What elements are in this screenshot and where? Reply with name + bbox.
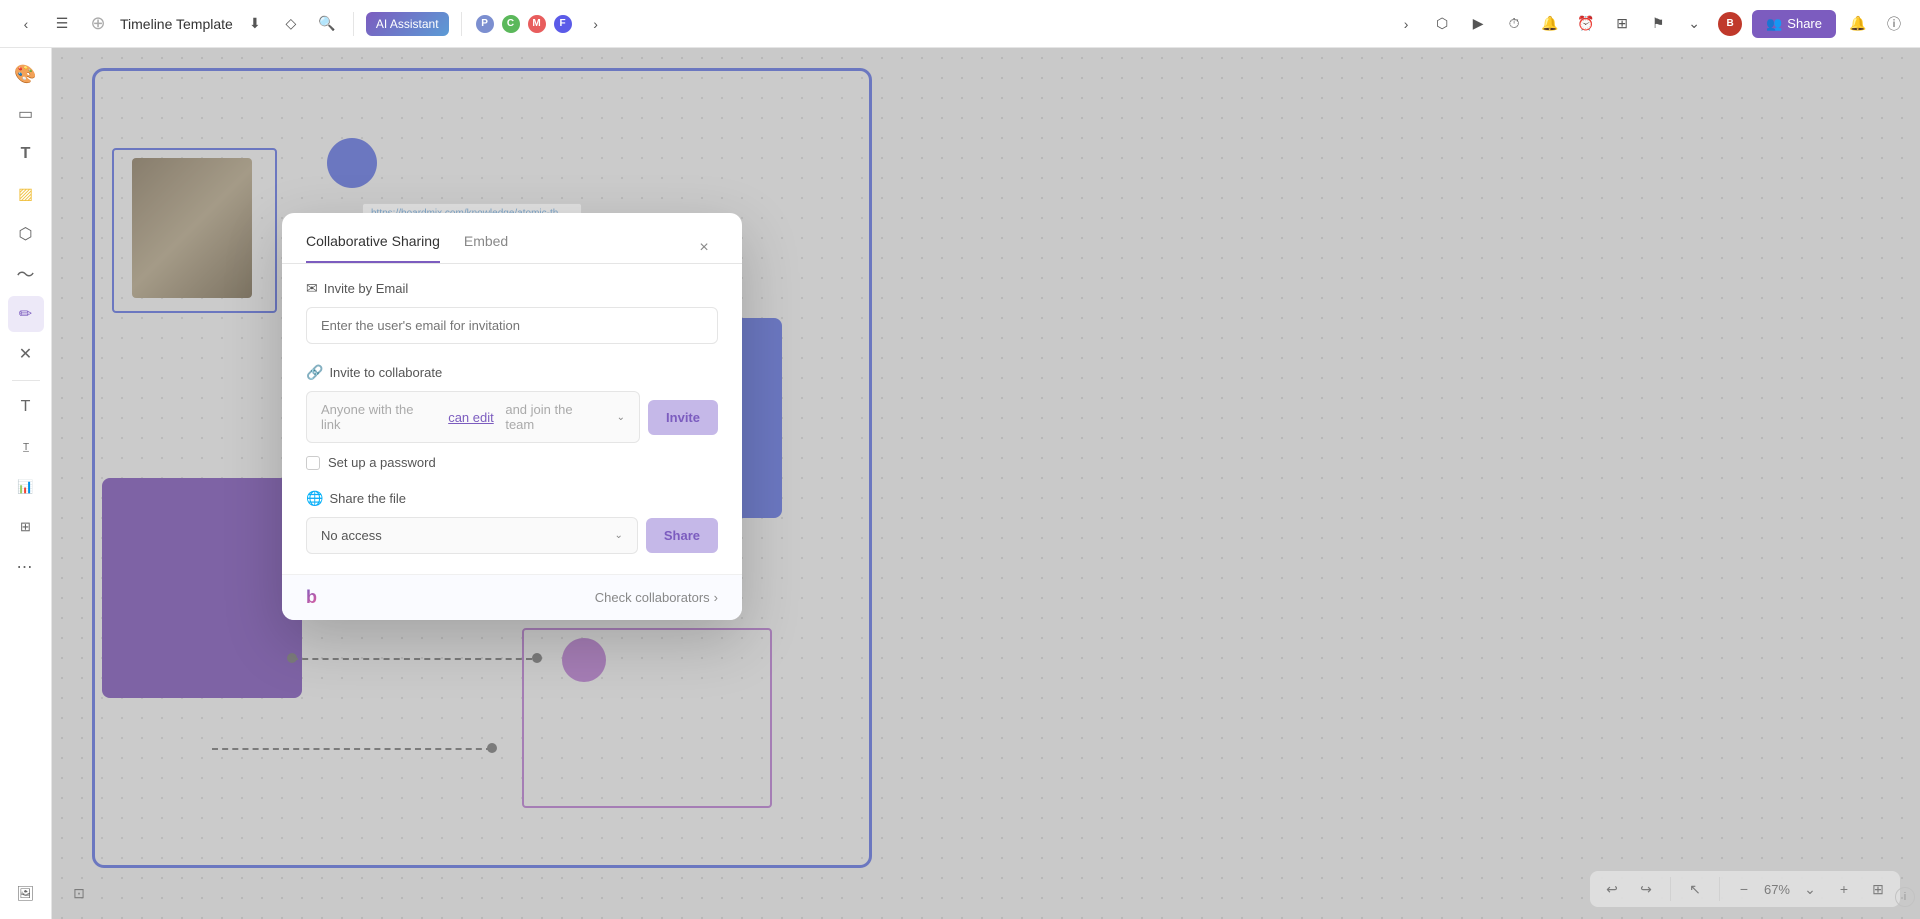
modal-header: Collaborative Sharing Embed × bbox=[282, 213, 742, 263]
link-permission-dropdown[interactable]: can edit bbox=[448, 410, 494, 425]
invite-by-email-label: ✉ Invite by Email bbox=[306, 280, 718, 297]
search-button[interactable]: 🔍 bbox=[313, 10, 341, 38]
notification-icon[interactable]: 🔔 bbox=[1536, 10, 1564, 38]
tab-embed[interactable]: Embed bbox=[464, 233, 508, 263]
password-row: Set up a password bbox=[306, 455, 718, 470]
sidebar-gallery[interactable]: 🖼 bbox=[8, 875, 44, 911]
separator-1 bbox=[353, 12, 354, 36]
left-sidebar: 🎨 ▭ T ▨ ⬡ 〜 ✏ ✕ T T̲ 📊 ⊞ ⋯ 🖼 bbox=[0, 48, 52, 919]
doc-icon-1[interactable]: P bbox=[474, 13, 496, 35]
link-suffix-text: and join the team bbox=[505, 402, 605, 432]
sidebar-text-tool[interactable]: T bbox=[8, 389, 44, 425]
sidebar-text[interactable]: T bbox=[8, 136, 44, 172]
share-button[interactable]: 👥 Share bbox=[1752, 10, 1836, 38]
modal-overlay: Collaborative Sharing Embed × ✉ Invite b… bbox=[52, 48, 1920, 919]
sidebar-text-style[interactable]: T̲ bbox=[8, 429, 44, 465]
template-icon[interactable]: ⬡ bbox=[1428, 10, 1456, 38]
invite-link-box[interactable]: Anyone with the link can edit and join t… bbox=[306, 391, 640, 443]
share-file-button[interactable]: Share bbox=[646, 518, 718, 553]
ai-assistant-button[interactable]: AI Assistant bbox=[366, 12, 449, 36]
tab-collaborative-sharing[interactable]: Collaborative Sharing bbox=[306, 233, 440, 263]
access-chevron-icon: ⌄ bbox=[614, 530, 622, 541]
sidebar-frame[interactable]: ▭ bbox=[8, 96, 44, 132]
modal-body: ✉ Invite by Email 🔗 Invite to collaborat… bbox=[282, 264, 742, 574]
collaborative-sharing-modal: Collaborative Sharing Embed × ✉ Invite b… bbox=[282, 213, 742, 620]
open-docs-icons: P C M F bbox=[474, 13, 574, 35]
flag-icon[interactable]: ⚑ bbox=[1644, 10, 1672, 38]
no-access-dropdown[interactable]: No access ⌄ bbox=[306, 517, 638, 554]
modal-tabs: Collaborative Sharing Embed bbox=[306, 233, 508, 263]
modal-close-button[interactable]: × bbox=[690, 234, 718, 262]
back-button[interactable]: ‹ bbox=[12, 10, 40, 38]
alert-icon[interactable]: 🔔 bbox=[1844, 10, 1872, 38]
invite-button[interactable]: Invite bbox=[648, 400, 718, 435]
sidebar-color-palette[interactable]: 🎨 bbox=[8, 56, 44, 92]
help-icon[interactable]: ⓘ bbox=[1880, 10, 1908, 38]
more-docs-button[interactable]: › bbox=[582, 10, 610, 38]
share-file-row: No access ⌄ Share bbox=[306, 517, 718, 554]
sidebar-more[interactable]: ⋯ bbox=[8, 549, 44, 585]
sidebar-chart[interactable]: 📊 bbox=[8, 469, 44, 505]
email-input-field[interactable] bbox=[306, 307, 718, 344]
sidebar-eraser[interactable]: ✕ bbox=[8, 336, 44, 372]
toolbar-right: › ⬡ ▶ ⏱ 🔔 ⏰ ⊞ ⚑ ⌄ B 👥 Share 🔔 ⓘ bbox=[1392, 10, 1908, 38]
link-prefix-text: Anyone with the link bbox=[321, 402, 437, 432]
boardmix-logo-icon: ⊕ bbox=[84, 10, 112, 38]
separator-2 bbox=[461, 12, 462, 36]
doc-icon-4[interactable]: F bbox=[552, 13, 574, 35]
permission-chevron-icon: ⌄ bbox=[617, 412, 625, 423]
history-icon[interactable]: ⏰ bbox=[1572, 10, 1600, 38]
password-checkbox[interactable] bbox=[306, 456, 320, 470]
link-icon: 🔗 bbox=[306, 364, 323, 381]
share-file-label: 🌐 Share the file bbox=[306, 490, 718, 507]
play-icon[interactable]: ▶ bbox=[1464, 10, 1492, 38]
tag-button[interactable]: ◇ bbox=[277, 10, 305, 38]
chevron-right-icon[interactable]: › bbox=[1392, 10, 1420, 38]
doc-icon-2[interactable]: C bbox=[500, 13, 522, 35]
check-collaborators-arrow-icon: › bbox=[714, 590, 718, 605]
doc-icon-3[interactable]: M bbox=[526, 13, 548, 35]
email-icon: ✉ bbox=[306, 280, 318, 297]
timer-icon[interactable]: ⏱ bbox=[1500, 10, 1528, 38]
boardmix-footer-logo: b bbox=[306, 587, 317, 608]
globe-icon: 🌐 bbox=[306, 490, 323, 507]
share-icon: 👥 bbox=[1766, 16, 1782, 32]
sidebar-pen[interactable]: 〜 bbox=[8, 256, 44, 292]
sidebar-divider-1 bbox=[12, 380, 40, 381]
download-button[interactable]: ⬇ bbox=[241, 10, 269, 38]
sidebar-shape[interactable]: ⬡ bbox=[8, 216, 44, 252]
sidebar-sticky[interactable]: ▨ bbox=[8, 176, 44, 212]
check-collaborators-link[interactable]: Check collaborators › bbox=[595, 590, 718, 605]
sidebar-grid[interactable]: ⊞ bbox=[8, 509, 44, 545]
top-toolbar: ‹ ☰ ⊕ Timeline Template ⬇ ◇ 🔍 AI Assista… bbox=[0, 0, 1920, 48]
password-label-text: Set up a password bbox=[328, 455, 436, 470]
toolbar-left: ‹ ☰ ⊕ Timeline Template ⬇ ◇ 🔍 AI Assista… bbox=[12, 10, 1384, 38]
invite-to-collaborate-label: 🔗 Invite to collaborate bbox=[306, 364, 718, 381]
modal-footer: b Check collaborators › bbox=[282, 574, 742, 620]
menu-button[interactable]: ☰ bbox=[48, 10, 76, 38]
chevron-down-icon[interactable]: ⌄ bbox=[1680, 10, 1708, 38]
sidebar-pencil[interactable]: ✏ bbox=[8, 296, 44, 332]
invite-link-row: Anyone with the link can edit and join t… bbox=[306, 391, 718, 443]
user-avatar[interactable]: B bbox=[1716, 10, 1744, 38]
grid-icon[interactable]: ⊞ bbox=[1608, 10, 1636, 38]
document-title: Timeline Template bbox=[120, 16, 233, 32]
